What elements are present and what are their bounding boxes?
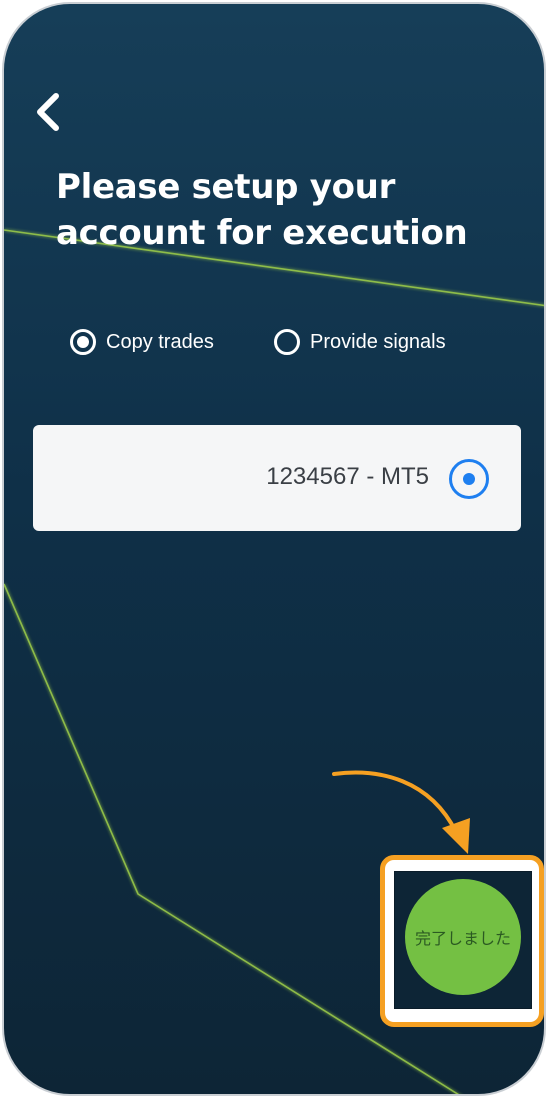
execution-mode-selector: Copy trades Provide signals [70,324,510,360]
account-label: 1234567 - MT5 [266,463,429,490]
radio-label-copy-trades: Copy trades [106,330,214,353]
chevron-left-icon [37,93,59,131]
page-title: Please setup your account for execution [56,167,468,253]
done-button-label: 完了しました [414,929,511,948]
phone-screen: Please setup your account for execution … [2,2,546,1096]
radio-selected-icon [70,329,96,355]
radio-unselected-icon [274,329,300,355]
account-option-card[interactable]: 1234567 - MT5 [33,425,521,531]
highlight-area: 完了しました [394,871,532,1009]
radio-label-provide-signals: Provide signals [310,330,446,353]
highlight-frame: 完了しました [380,855,544,1027]
account-radio-selected-icon[interactable] [449,459,489,499]
radio-copy-trades[interactable]: Copy trades [70,324,214,360]
radio-provide-signals[interactable]: Provide signals [274,324,446,360]
curved-arrow-icon [332,770,470,854]
done-button[interactable]: 完了しました [405,879,521,995]
back-button[interactable] [30,88,70,136]
